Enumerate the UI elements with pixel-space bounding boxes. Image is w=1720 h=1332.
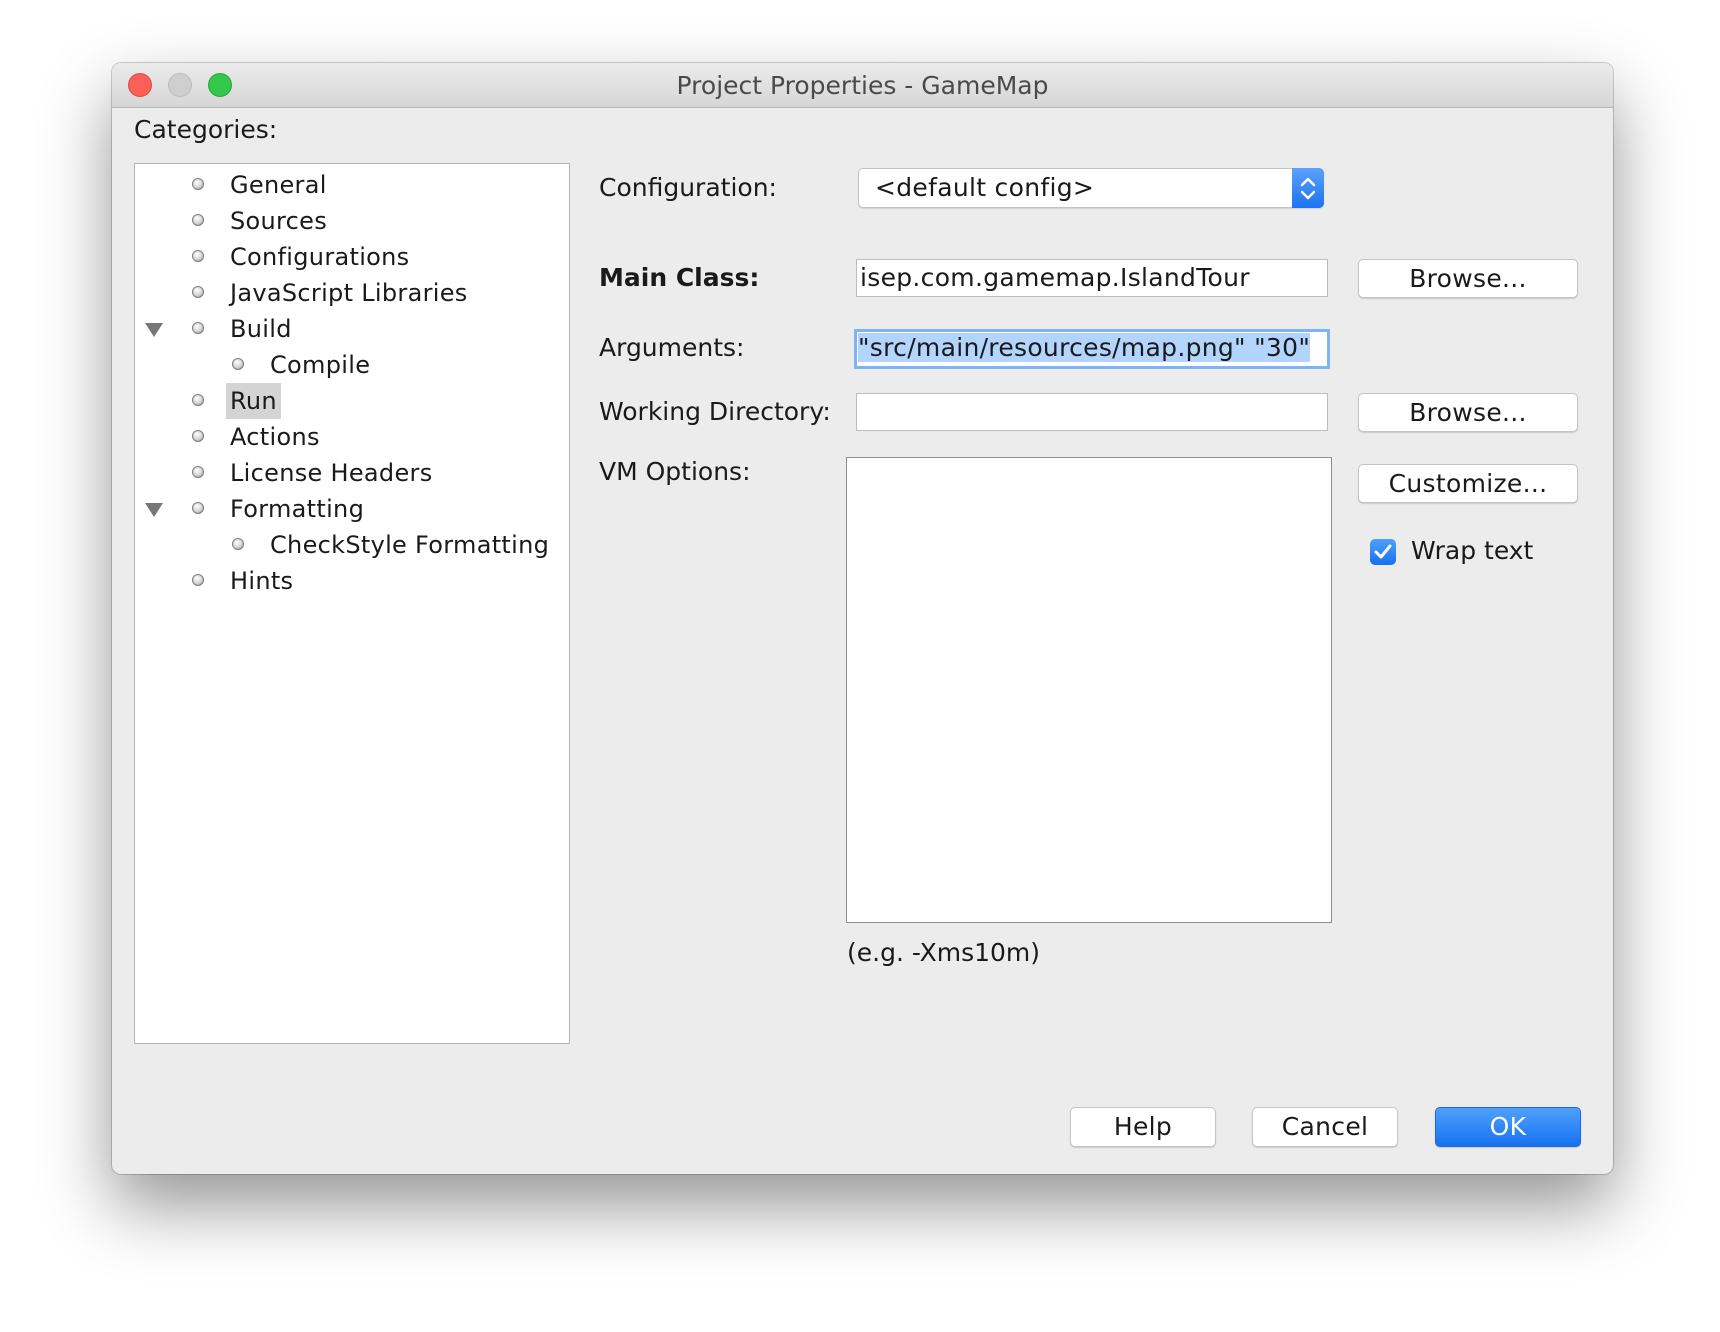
configuration-select[interactable]: <default config> bbox=[858, 168, 1324, 208]
tree-node-icon bbox=[232, 358, 244, 370]
main-class-input[interactable]: isep.com.gamemap.IslandTour bbox=[856, 259, 1328, 297]
tree-item-label: Compile bbox=[270, 351, 371, 379]
arguments-selected-text: "src/main/resources/map.png" "30" bbox=[858, 333, 1311, 362]
arguments-input[interactable]: "src/main/resources/map.png" "30" bbox=[854, 329, 1330, 369]
wrap-text-checkbox[interactable] bbox=[1370, 539, 1396, 565]
help-button[interactable]: Help bbox=[1070, 1107, 1216, 1147]
customize-button[interactable]: Customize... bbox=[1358, 464, 1578, 503]
working-directory-browse-button[interactable]: Browse... bbox=[1358, 393, 1578, 432]
working-directory-label: Working Directory: bbox=[599, 397, 831, 426]
tree-item-label: License Headers bbox=[230, 459, 433, 487]
tree-item-label: JavaScript Libraries bbox=[230, 279, 468, 307]
arguments-label: Arguments: bbox=[599, 333, 745, 362]
tree-node-icon bbox=[192, 178, 204, 190]
checkmark-icon bbox=[1374, 544, 1392, 559]
tree-item-label: General bbox=[230, 171, 327, 199]
tree-item-label: Build bbox=[230, 315, 292, 343]
tree-item-label: Actions bbox=[230, 423, 320, 451]
categories-tree[interactable]: General Sources Configurations JavaScrip… bbox=[134, 163, 570, 1044]
tree-node-icon bbox=[192, 502, 204, 514]
tree-item-label: Configurations bbox=[230, 243, 410, 271]
tree-node-icon bbox=[192, 430, 204, 442]
cancel-button[interactable]: Cancel bbox=[1252, 1107, 1398, 1147]
tree-item-label: CheckStyle Formatting bbox=[270, 531, 550, 559]
select-arrows-icon bbox=[1292, 168, 1324, 208]
tree-item-label: Hints bbox=[230, 567, 294, 595]
working-directory-input[interactable] bbox=[856, 393, 1328, 431]
title-bar: Project Properties - GameMap bbox=[112, 63, 1613, 108]
tree-node-icon bbox=[192, 214, 204, 226]
vm-options-hint: (e.g. -Xms10m) bbox=[847, 938, 1041, 967]
tree-node-icon bbox=[192, 250, 204, 262]
tree-item-label: Run bbox=[226, 383, 281, 419]
tree-node-icon bbox=[192, 394, 204, 406]
main-class-browse-button[interactable]: Browse... bbox=[1358, 259, 1578, 298]
window-title: Project Properties - GameMap bbox=[676, 71, 1049, 100]
main-class-label: Main Class: bbox=[599, 263, 760, 292]
tree-node-icon bbox=[192, 574, 204, 586]
tree-item-label: Formatting bbox=[230, 495, 365, 523]
tree-node-icon bbox=[232, 538, 244, 550]
disclosure-triangle-icon[interactable] bbox=[145, 323, 163, 337]
configuration-select-value: <default config> bbox=[875, 173, 1095, 202]
vm-options-label: VM Options: bbox=[599, 457, 751, 486]
categories-label: Categories: bbox=[134, 115, 278, 144]
tree-node-icon bbox=[192, 466, 204, 478]
project-properties-dialog: Project Properties - GameMap Categories:… bbox=[112, 63, 1613, 1174]
disclosure-triangle-icon[interactable] bbox=[145, 503, 163, 517]
wrap-text-label: Wrap text bbox=[1411, 536, 1534, 565]
tree-node-icon bbox=[192, 322, 204, 334]
tree-item-label: Sources bbox=[230, 207, 328, 235]
vm-options-textarea[interactable] bbox=[846, 457, 1332, 923]
tree-node-icon bbox=[192, 286, 204, 298]
configuration-label: Configuration: bbox=[599, 173, 777, 202]
ok-button[interactable]: OK bbox=[1435, 1107, 1581, 1147]
